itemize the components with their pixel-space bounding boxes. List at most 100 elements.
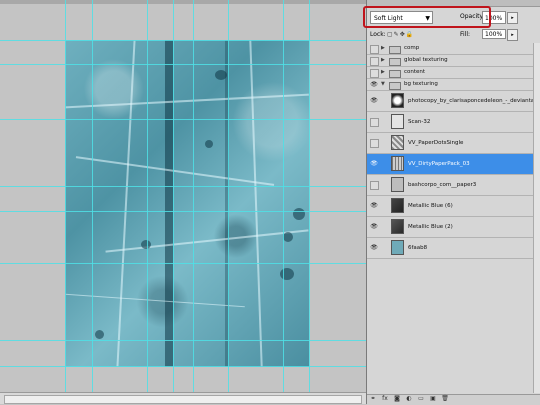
guide-line[interactable] xyxy=(0,340,366,341)
guide-line[interactable] xyxy=(0,119,366,120)
guide-line[interactable] xyxy=(0,263,366,264)
layer-thumbnail xyxy=(391,219,404,234)
horizontal-scrollbar[interactable] xyxy=(0,392,366,404)
guide-line[interactable] xyxy=(92,0,93,404)
new-layer-icon[interactable]: ▣ xyxy=(427,395,439,402)
layer-row-photocopy[interactable]: 👁 photocopy_by_clarisaponcedeleon_-_devi… xyxy=(367,91,540,112)
eye-icon[interactable]: 👁 xyxy=(370,217,378,237)
visibility-toggle[interactable] xyxy=(370,118,379,127)
triangle-icon[interactable]: ▼ xyxy=(381,79,385,90)
fill-label: Fill: xyxy=(460,31,471,38)
mask-icon[interactable]: ◙ xyxy=(391,395,403,402)
layer-thumbnail xyxy=(391,93,404,108)
layer-name: photocopy_by_clarisaponcedeleon_-_devian… xyxy=(408,98,539,104)
layer-thumbnail xyxy=(391,240,404,255)
layer-row-metallic-blue-2[interactable]: 👁 Metallic Blue (2) xyxy=(367,217,540,238)
fill-input[interactable]: 100% xyxy=(482,29,506,39)
layer-row-bashcorpo[interactable]: bashcorpo_com__paper3 xyxy=(367,175,540,196)
layer-row-comp[interactable]: ▶ comp xyxy=(367,43,540,55)
trash-icon[interactable]: 🗑 xyxy=(439,395,451,402)
lock-all-icon[interactable]: 🔒 xyxy=(406,31,414,38)
eye-icon[interactable]: 👁 xyxy=(370,196,378,216)
folder-icon xyxy=(389,58,401,66)
visibility-toggle[interactable] xyxy=(370,139,379,148)
texture-spot xyxy=(283,232,293,242)
layers-panel: Soft Light ▼ Opacity: 100% ▸ Lock: ▢✎✥🔒 … xyxy=(366,0,540,405)
lock-label: Lock: xyxy=(370,31,386,38)
layer-thumbnail xyxy=(391,114,404,129)
lock-options[interactable]: ▢✎✥🔒 xyxy=(387,31,414,38)
guide-line[interactable] xyxy=(0,366,366,367)
guide-line[interactable] xyxy=(0,64,366,65)
texture-crack xyxy=(249,40,263,367)
visibility-toggle[interactable] xyxy=(370,45,379,54)
canvas-workspace[interactable] xyxy=(0,0,366,404)
layer-name: VV_DirtyPaperPack_03 xyxy=(408,161,470,167)
highlight-box xyxy=(363,6,491,28)
guide-line[interactable] xyxy=(193,0,194,404)
document-canvas[interactable] xyxy=(65,40,309,367)
layer-row-global-texturing[interactable]: ▶ global texturing xyxy=(367,55,540,67)
eye-icon[interactable]: 👁 xyxy=(370,154,378,174)
layer-thumbnail xyxy=(391,135,404,150)
eye-icon[interactable]: 👁 xyxy=(370,91,378,111)
layer-row-metallic-blue-6[interactable]: 👁 Metallic Blue (6) xyxy=(367,196,540,217)
ruler-strip xyxy=(0,0,366,4)
layer-thumbnail xyxy=(391,198,404,213)
folder-icon xyxy=(389,70,401,78)
guide-line[interactable] xyxy=(0,211,366,212)
layer-thumbnail xyxy=(391,177,404,192)
layer-row-bg-texturing[interactable]: 👁 ▼ bg texturing xyxy=(367,79,540,91)
guide-line[interactable] xyxy=(0,186,366,187)
layer-row-paperdots[interactable]: VV_PaperDotsSingle xyxy=(367,133,540,154)
layer-name: VV_PaperDotsSingle xyxy=(408,140,464,146)
adjustment-icon[interactable]: ◐ xyxy=(403,395,415,402)
layer-name: Metallic Blue (6) xyxy=(408,203,453,209)
opacity-slider-button[interactable]: ▸ xyxy=(507,12,518,24)
triangle-icon[interactable]: ▶ xyxy=(381,55,385,66)
visibility-toggle[interactable] xyxy=(370,181,379,190)
guide-line[interactable] xyxy=(228,0,229,404)
layer-row-dirtypaper[interactable]: 👁 VV_DirtyPaperPack_03 xyxy=(367,154,540,175)
layer-name: global texturing xyxy=(404,57,448,63)
folder-icon xyxy=(389,46,401,54)
triangle-icon[interactable]: ▶ xyxy=(381,67,385,78)
folder-icon xyxy=(389,82,401,90)
layer-name: bg texturing xyxy=(404,81,438,87)
layer-row-fill[interactable]: 👁 6faab8 xyxy=(367,238,540,259)
layer-name: 6faab8 xyxy=(408,245,428,251)
layers-scrollbar[interactable] xyxy=(533,43,540,393)
texture-spot xyxy=(293,208,305,220)
layer-thumbnail xyxy=(391,156,404,171)
layer-row-content[interactable]: ▶ content xyxy=(367,67,540,79)
layer-name: content xyxy=(404,69,426,75)
fill-slider-button[interactable]: ▸ xyxy=(507,29,518,41)
lock-row: Lock: ▢✎✥🔒 Fill: 100% ▸ xyxy=(367,29,540,41)
texture-crack xyxy=(105,229,309,253)
texture-dark-stripe xyxy=(165,40,173,367)
eye-icon[interactable]: 👁 xyxy=(370,238,378,258)
texture-spot xyxy=(95,330,104,339)
scrollbar-thumb[interactable] xyxy=(4,395,362,404)
guide-line[interactable] xyxy=(173,0,174,404)
texture-spot xyxy=(141,240,151,249)
new-group-icon[interactable]: ▭ xyxy=(415,395,427,402)
guide-line[interactable] xyxy=(0,40,366,41)
guide-line[interactable] xyxy=(147,0,148,404)
layer-name: Scan-32 xyxy=(408,119,431,125)
guide-line[interactable] xyxy=(65,0,66,404)
texture-spot xyxy=(205,140,213,148)
eye-icon[interactable]: 👁 xyxy=(370,79,378,90)
guide-line[interactable] xyxy=(283,0,284,404)
texture-crack xyxy=(75,156,275,186)
texture-crack xyxy=(65,93,309,109)
visibility-toggle[interactable] xyxy=(370,69,379,78)
guide-line[interactable] xyxy=(309,0,310,404)
lock-transparent-icon[interactable]: ▢ xyxy=(387,31,394,38)
visibility-toggle[interactable] xyxy=(370,57,379,66)
triangle-icon[interactable]: ▶ xyxy=(381,43,385,54)
fx-icon[interactable]: fx xyxy=(379,395,391,402)
link-icon[interactable]: ⚭ xyxy=(367,395,379,402)
layer-row-scan-32[interactable]: Scan-32 xyxy=(367,112,540,133)
texture-crack xyxy=(116,40,136,367)
